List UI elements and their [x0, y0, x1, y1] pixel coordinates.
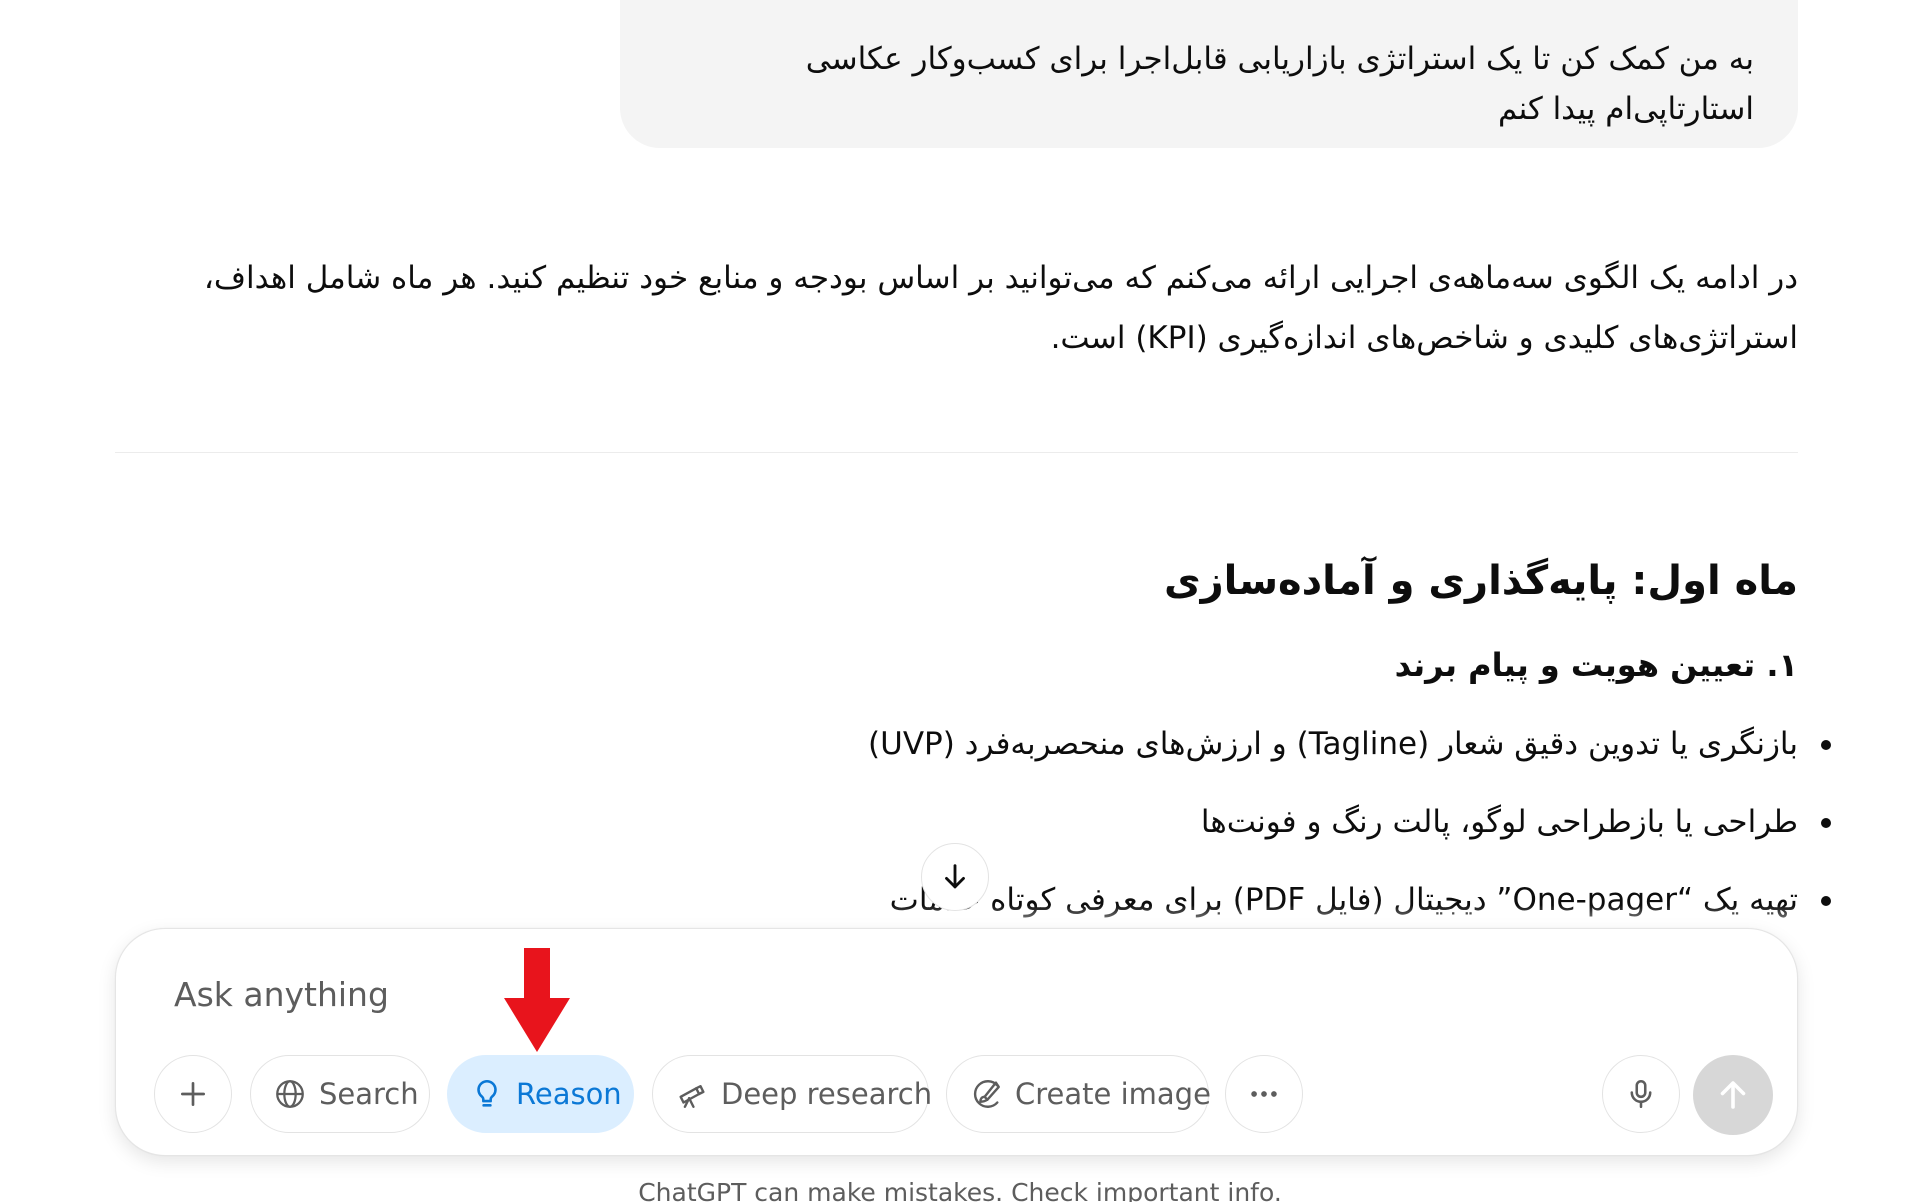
create-image-button[interactable]: Create image	[946, 1055, 1211, 1133]
telescope-icon	[675, 1077, 709, 1111]
globe-icon	[273, 1077, 307, 1111]
bullet-dot	[1821, 818, 1831, 828]
voice-input-button[interactable]	[1602, 1055, 1680, 1133]
annotation-arrow-down-icon	[504, 948, 570, 1052]
reason-button[interactable]: Reason	[447, 1055, 634, 1133]
plus-icon	[181, 1082, 205, 1106]
deep-research-button[interactable]: Deep research	[652, 1055, 933, 1133]
chat-page: به من کمک کن تا یک استراتژی بازاریابی قا…	[0, 0, 1920, 1202]
ellipsis-icon	[1251, 1091, 1277, 1097]
prompt-input[interactable]	[172, 963, 1676, 1025]
attach-button[interactable]	[154, 1055, 232, 1133]
list-item-text: طراحی یا بازطراحی لوگو، پالت رنگ و فونت‌…	[1200, 804, 1798, 840]
deep-research-button-label: Deep research	[721, 1077, 933, 1111]
microphone-icon	[1630, 1079, 1652, 1109]
search-button-label: Search	[319, 1077, 419, 1111]
scroll-to-bottom-button[interactable]	[921, 843, 989, 911]
section-divider	[115, 452, 1798, 453]
arrow-down-icon	[945, 864, 965, 889]
list-item: بازنگری یا تدوین دقیق شعار (Tagline) و ا…	[115, 714, 1831, 792]
assistant-intro-paragraph: در ادامه یک الگوی سه‌ماهه‌ی اجرایی ارائه…	[203, 260, 1798, 356]
reason-button-label: Reason	[516, 1077, 622, 1111]
subsection-heading: ۱. تعیین هویت و پیام برند	[1394, 646, 1798, 684]
disclaimer-text: ChatGPT can make mistakes. Check importa…	[638, 1178, 1282, 1202]
message-composer: Search Reason Deep research	[115, 928, 1798, 1156]
paint-brush-icon	[969, 1077, 1003, 1111]
section-heading: ماه اول: پایه‌گذاری و آماده‌سازی	[1163, 558, 1798, 604]
user-message-bubble: به من کمک کن تا یک استراتژی بازاریابی قا…	[620, 0, 1798, 148]
user-message-text: به من کمک کن تا یک استراتژی بازاریابی قا…	[805, 41, 1754, 127]
bullet-dot	[1821, 740, 1831, 750]
search-button[interactable]: Search	[250, 1055, 430, 1133]
more-tools-button[interactable]	[1225, 1055, 1303, 1133]
create-image-button-label: Create image	[1015, 1077, 1211, 1111]
lightbulb-icon	[470, 1077, 504, 1111]
list-item-text: بازنگری یا تدوین دقیق شعار (Tagline) و ا…	[868, 726, 1798, 762]
arrow-up-icon	[1720, 1081, 1746, 1109]
send-button[interactable]	[1693, 1055, 1773, 1135]
